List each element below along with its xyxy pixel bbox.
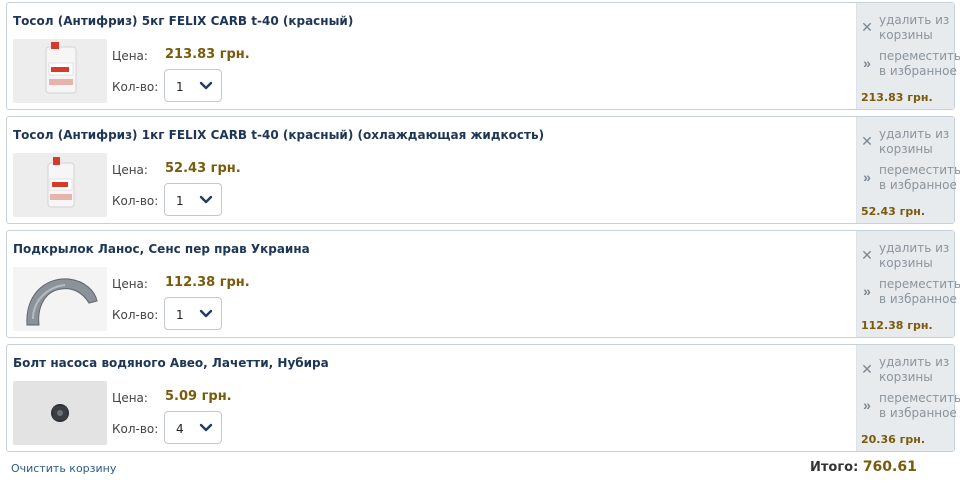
price-label: Цена: (112, 49, 148, 63)
line-total: 213.83 грн. (861, 91, 933, 104)
cart-item-main: Болт насоса водяного Авео, Лачетти, Нуби… (7, 345, 857, 451)
double-chevron-right-icon: » (863, 397, 871, 413)
chevron-down-icon (199, 423, 213, 432)
cart-item-main: Тосол (Антифриз) 1кг FELIX CARB t-40 (кр… (7, 117, 857, 223)
line-total: 112.38 грн. (861, 319, 933, 332)
line-total: 20.36 грн. (861, 433, 926, 446)
cart-list: Тосол (Антифриз) 5кг FELIX CARB t-40 (кр… (6, 2, 960, 458)
cart-item-main: Подкрылок Ланос, Сенс пер прав Украина Ц… (7, 231, 857, 337)
cart-item: Тосол (Антифриз) 5кг FELIX CARB t-40 (кр… (6, 2, 960, 110)
unit-price: 213.83 грн. (165, 47, 250, 62)
product-title[interactable]: Подкрылок Ланос, Сенс пер прав Украина (13, 242, 310, 256)
double-chevron-right-icon: » (863, 283, 871, 299)
product-thumbnail[interactable] (13, 381, 107, 445)
cart-item-actions: ✕ удалить из корзины » переместить в изб… (856, 3, 960, 109)
chevron-down-icon (199, 309, 213, 318)
price-label: Цена: (112, 391, 148, 405)
chevron-down-icon (199, 195, 213, 204)
move-label: переместить в избранное (879, 391, 960, 420)
product-title[interactable]: Тосол (Антифриз) 5кг FELIX CARB t-40 (кр… (13, 14, 353, 28)
quantity-value: 1 (176, 308, 184, 322)
product-thumbnail[interactable] (13, 39, 107, 103)
move-label: переместить в избранное (879, 49, 960, 78)
bolt-icon (13, 381, 107, 445)
unit-price: 52.43 грн. (165, 161, 241, 176)
unit-price: 5.09 грн. (165, 389, 232, 404)
quantity-select[interactable]: 1 (164, 297, 222, 330)
cart-total: Итого: 760.61 (810, 459, 917, 475)
antifreeze-canister-icon (13, 153, 107, 217)
remove-label: удалить из корзины (879, 241, 950, 270)
cart-item-main: Тосол (Антифриз) 5кг FELIX CARB t-40 (кр… (7, 3, 857, 109)
remove-label: удалить из корзины (879, 127, 950, 156)
quantity-label: Кол-во: (112, 80, 159, 94)
close-icon: ✕ (861, 133, 873, 149)
product-thumbnail[interactable] (13, 153, 107, 217)
cart-item: Тосол (Антифриз) 1кг FELIX CARB t-40 (кр… (6, 116, 960, 224)
close-icon: ✕ (861, 361, 873, 377)
quantity-select[interactable]: 1 (164, 183, 222, 216)
quantity-select[interactable]: 1 (164, 69, 222, 102)
unit-price: 112.38 грн. (165, 275, 250, 290)
quantity-value: 1 (176, 80, 184, 94)
product-title[interactable]: Болт насоса водяного Авео, Лачетти, Нуби… (13, 356, 329, 370)
move-label: переместить в избранное (879, 277, 960, 306)
quantity-value: 1 (176, 194, 184, 208)
price-label: Цена: (112, 277, 148, 291)
total-label: Итого: (810, 460, 859, 475)
total-value: 760.61 (862, 459, 917, 475)
quantity-label: Кол-во: (112, 194, 159, 208)
chevron-down-icon (199, 81, 213, 90)
cart-item-actions: ✕ удалить из корзины » переместить в изб… (856, 345, 960, 451)
double-chevron-right-icon: » (863, 169, 871, 185)
quantity-value: 4 (176, 422, 184, 436)
product-thumbnail[interactable] (13, 267, 107, 331)
cart-item-actions: ✕ удалить из корзины » переместить в изб… (856, 231, 960, 337)
clear-cart-link[interactable]: Очистить корзину (11, 462, 116, 475)
antifreeze-canister-icon (13, 39, 107, 103)
price-label: Цена: (112, 163, 148, 177)
quantity-label: Кол-во: (112, 308, 159, 322)
close-icon: ✕ (861, 19, 873, 35)
cart-item-actions: ✕ удалить из корзины » переместить в изб… (856, 117, 960, 223)
cart-item: Болт насоса водяного Авео, Лачетти, Нуби… (6, 344, 960, 452)
line-total: 52.43 грн. (861, 205, 926, 218)
quantity-select[interactable]: 4 (164, 411, 222, 444)
fender-liner-icon (13, 267, 107, 331)
remove-label: удалить из корзины (879, 355, 950, 384)
remove-label: удалить из корзины (879, 13, 950, 42)
double-chevron-right-icon: » (863, 55, 871, 71)
cart-item: Подкрылок Ланос, Сенс пер прав Украина Ц… (6, 230, 960, 338)
move-label: переместить в избранное (879, 163, 960, 192)
product-title[interactable]: Тосол (Антифриз) 1кг FELIX CARB t-40 (кр… (13, 128, 544, 142)
quantity-label: Кол-во: (112, 422, 159, 436)
close-icon: ✕ (861, 247, 873, 263)
